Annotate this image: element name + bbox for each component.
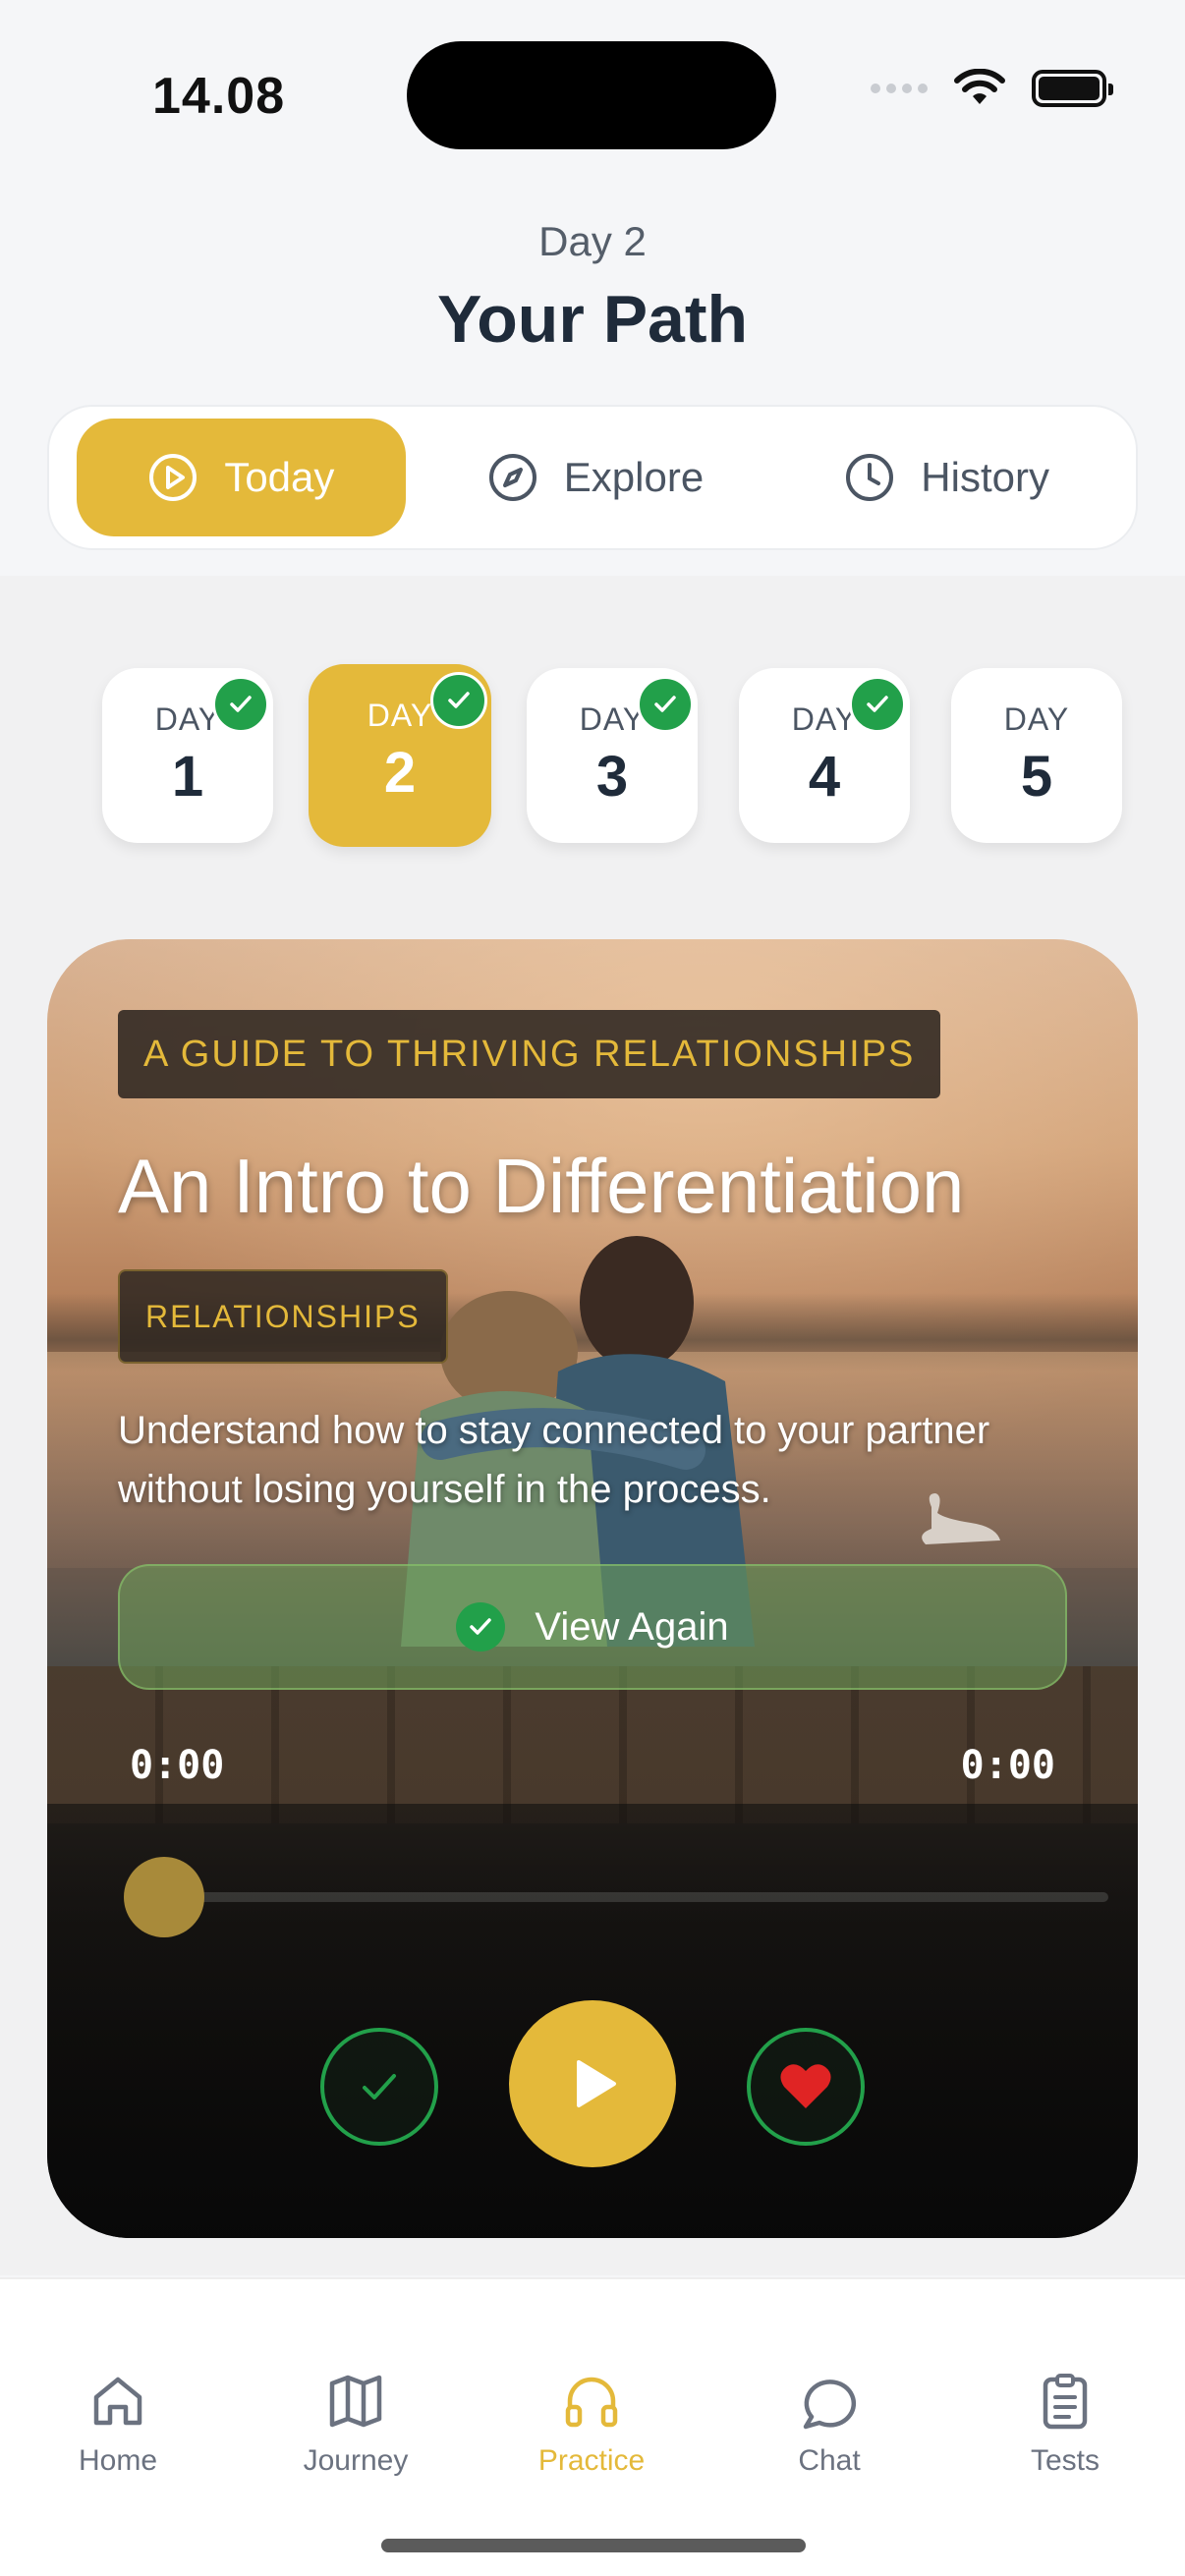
status-bar: 14.08 [0,0,1185,187]
chat-bubble-icon [803,2380,857,2430]
mark-complete-button[interactable] [320,2028,438,2146]
play-button[interactable] [509,2000,676,2167]
clipboard-icon [1043,2374,1088,2430]
home-icon [93,2377,142,2426]
tab-history[interactable]: History [785,419,1108,536]
total-time: 0:00 [960,1743,1055,1788]
bottom-navigation: Home Journey Practice Chat Tests [0,2277,1185,2576]
favorite-button[interactable] [747,2028,865,2146]
nav-label: Home [78,2444,158,2477]
session-card: A GUIDE TO THRIVING RELATIONSHIPS An Int… [47,939,1138,2238]
nav-label: Practice [537,2444,646,2477]
day-subheading: Day 2 [538,218,647,264]
clock-icon [846,454,894,501]
compass-icon [488,454,536,501]
nav-label: Chat [798,2444,861,2477]
check-icon [363,2074,396,2100]
completed-check-icon [430,672,487,729]
play-circle-icon [149,454,198,501]
tab-history-label: History [921,454,1049,500]
session-title: An Intro to Differentiation [118,1143,965,1229]
day-card-3[interactable]: DAY 3 [527,668,698,843]
nav-item-home[interactable]: Home [20,2370,216,2478]
nav-label: Tests [1030,2444,1100,2477]
nav-item-practice[interactable]: Practice [493,2370,690,2478]
view-again-button[interactable]: View Again [118,1564,1067,1690]
check-circle-icon [456,1602,506,1652]
nav-item-chat[interactable]: Chat [731,2370,928,2478]
day-number: 1 [171,745,204,809]
status-icons [871,69,1113,108]
progress-track[interactable] [165,1892,1108,1902]
day-number: 2 [383,741,417,805]
battery-icon [1032,70,1113,107]
day-number: 4 [808,745,841,809]
completed-check-icon [212,676,269,733]
tab-today[interactable]: Today [77,419,406,536]
day-card-2[interactable]: DAY 2 [309,664,491,847]
nav-item-tests[interactable]: Tests [967,2370,1163,2478]
home-indicator [381,2539,806,2552]
day-selector: DAY 1 DAY 2 DAY 3 DAY 4 DAY 5 [102,664,1126,851]
tab-explore[interactable]: Explore [406,419,786,536]
day-card-1[interactable]: DAY 1 [102,668,273,843]
day-card-4[interactable]: DAY 4 [739,668,910,843]
wifi-icon [954,69,1005,104]
page-title: Your Path [436,282,749,357]
headphones-icon [565,2377,618,2428]
view-again-label: View Again [535,1604,729,1649]
day-card-5[interactable]: DAY 5 [951,668,1122,843]
day-label: DAY [1003,701,1070,737]
nav-item-journey[interactable]: Journey [257,2370,454,2478]
cellular-signal-icon [871,84,928,93]
elapsed-time: 0:00 [130,1743,225,1788]
category-tag: RELATIONSHIPS [118,1269,448,1364]
tab-today-label: Today [224,454,335,500]
completed-check-icon [637,676,694,733]
map-icon [329,2375,382,2428]
series-tag: A GUIDE TO THRIVING RELATIONSHIPS [118,1010,941,1098]
heart-icon [780,2064,831,2108]
day-number: 3 [595,745,629,809]
progress-thumb[interactable] [124,1857,204,1937]
status-time: 14.08 [152,68,286,125]
nav-label: Journey [303,2444,409,2477]
completed-check-icon [849,676,906,733]
play-icon [577,2060,616,2107]
tab-explore-label: Explore [563,454,705,500]
day-number: 5 [1020,745,1053,809]
session-description: Understand how to stay connected to your… [118,1409,990,1511]
dynamic-island [407,41,776,149]
view-tabs: Today Explore History [47,405,1138,550]
